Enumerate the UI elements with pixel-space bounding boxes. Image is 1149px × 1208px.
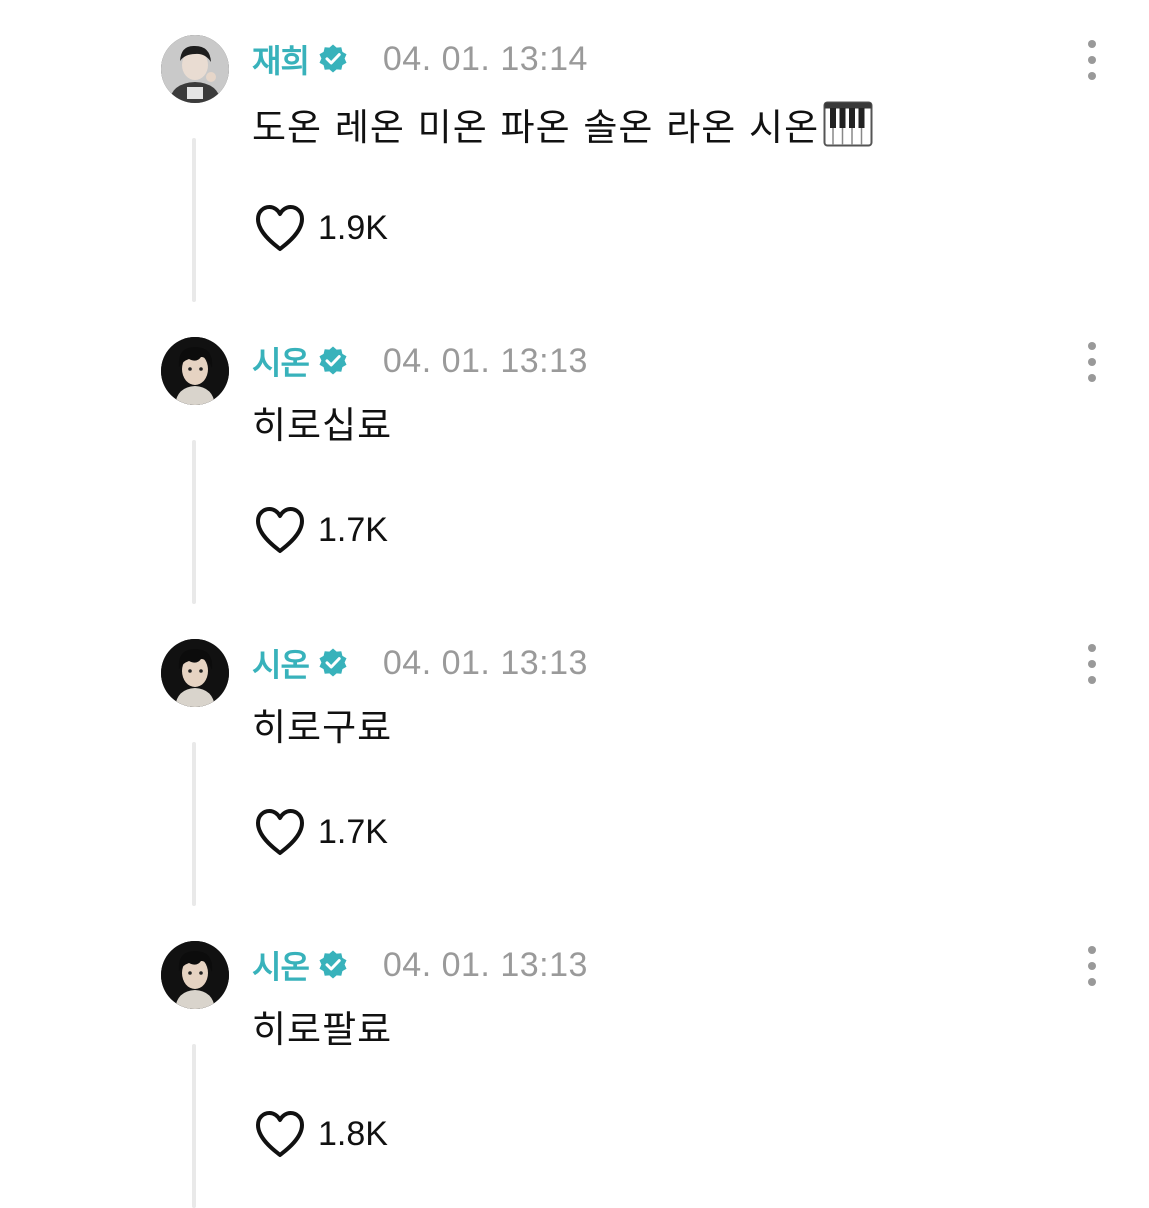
- like-count: 1.7K: [318, 812, 388, 851]
- verified-badge-icon: [319, 44, 347, 73]
- thread-line: [192, 440, 196, 604]
- heart-icon[interactable]: [252, 202, 308, 254]
- timestamp: 04. 01. 13:13: [382, 643, 588, 682]
- verified-badge-icon: [319, 648, 347, 677]
- more-options-icon[interactable]: [1080, 40, 1104, 80]
- verified-badge-icon: [319, 346, 347, 375]
- post-content: 히로십료: [252, 398, 393, 447]
- post-text: 히로구료: [252, 706, 393, 749]
- username[interactable]: 시온: [252, 640, 310, 686]
- heart-icon[interactable]: [252, 504, 308, 556]
- like-count: 1.9K: [318, 208, 388, 247]
- avatar[interactable]: [161, 35, 229, 103]
- username[interactable]: 재희: [252, 36, 310, 82]
- more-options-icon[interactable]: [1080, 946, 1104, 986]
- username[interactable]: 시온: [252, 942, 310, 988]
- thread-line: [192, 1044, 196, 1208]
- post-text: 히로십료: [252, 404, 393, 447]
- post-content: 도온 레온 미온 파온 솔온 라온 시온: [252, 100, 873, 149]
- thread-line: [192, 742, 196, 906]
- thread-line: [192, 138, 196, 302]
- timestamp: 04. 01. 13:14: [382, 39, 588, 78]
- verified-badge-icon: [319, 950, 347, 979]
- more-options-icon[interactable]: [1080, 342, 1104, 382]
- avatar[interactable]: [161, 639, 229, 707]
- post-text: 히로팔료: [252, 1008, 393, 1051]
- avatar[interactable]: [161, 941, 229, 1009]
- timestamp: 04. 01. 13:13: [382, 341, 588, 380]
- post-text: 도온 레온 미온 파온 솔온 라온 시온: [252, 106, 820, 149]
- piano-icon: [823, 101, 873, 147]
- avatar[interactable]: [161, 337, 229, 405]
- username[interactable]: 시온: [252, 338, 310, 384]
- post-content: 히로구료: [252, 700, 393, 749]
- timestamp: 04. 01. 13:13: [382, 945, 588, 984]
- like-count: 1.8K: [318, 1114, 388, 1153]
- post-content: 히로팔료: [252, 1002, 393, 1051]
- like-count: 1.7K: [318, 510, 388, 549]
- heart-icon[interactable]: [252, 806, 308, 858]
- more-options-icon[interactable]: [1080, 644, 1104, 684]
- heart-icon[interactable]: [252, 1108, 308, 1160]
